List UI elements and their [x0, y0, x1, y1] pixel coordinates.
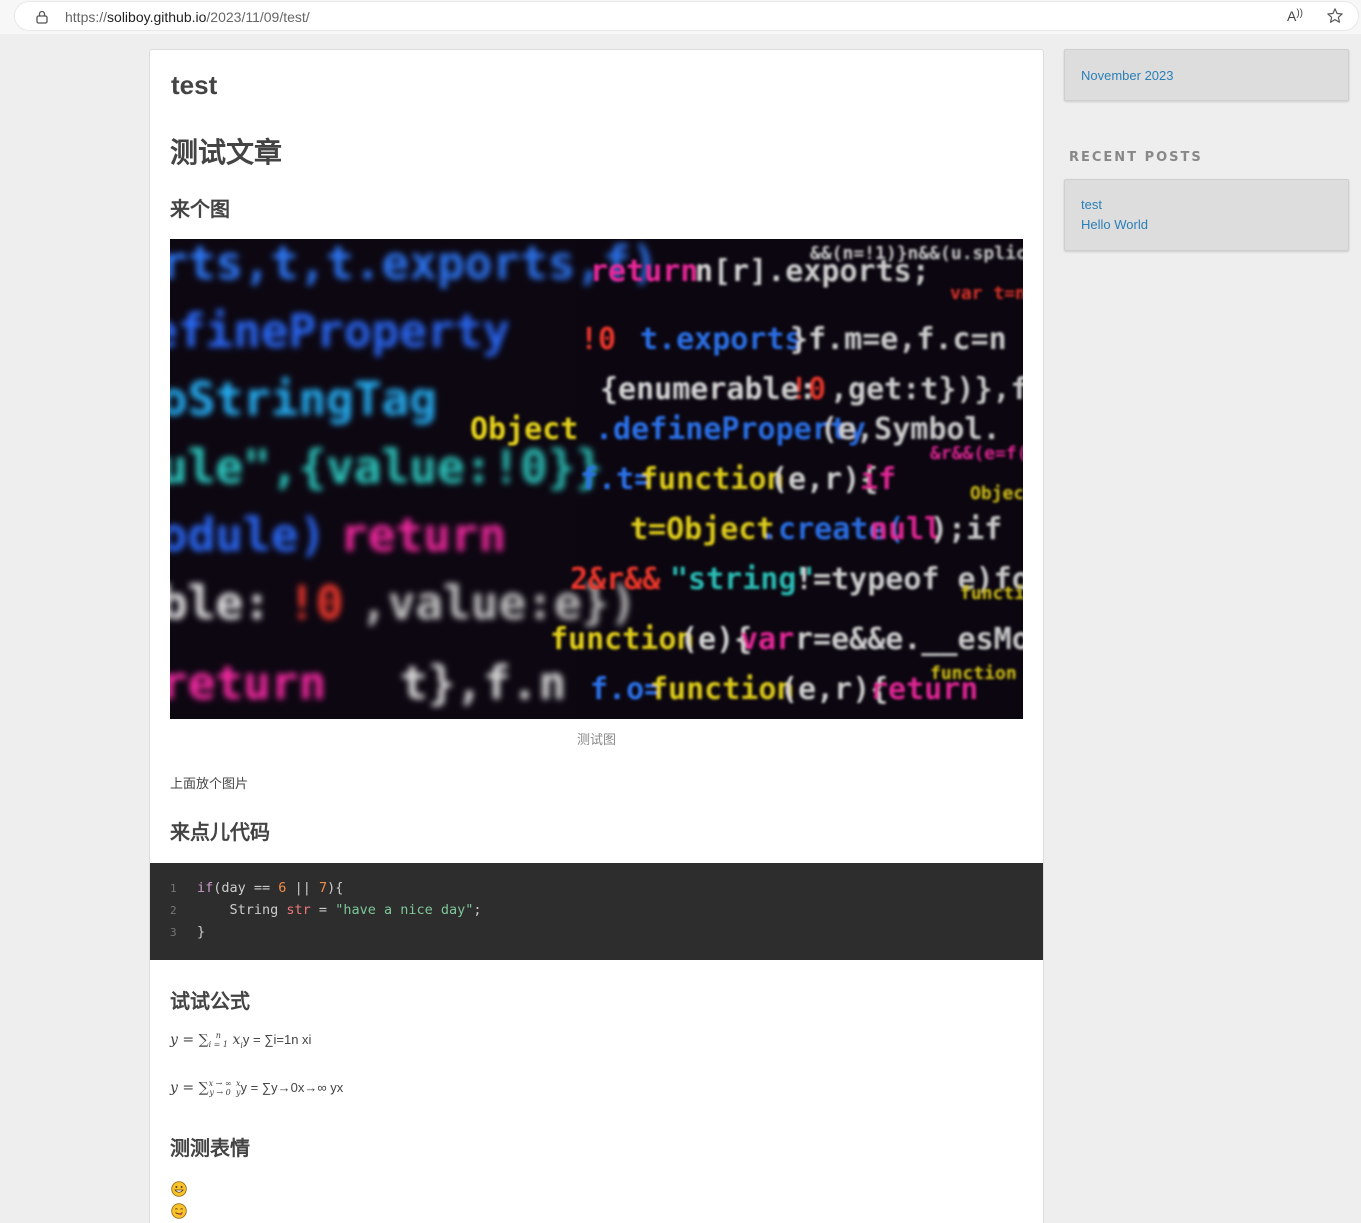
smiling-face-savoring-icon [171, 1203, 187, 1219]
archive-widget: November 2023 [1064, 49, 1349, 101]
heading-formula: 试试公式 [170, 989, 250, 1013]
url-bar[interactable]: https://soliboy.github.io/2023/11/09/tes… [14, 1, 1359, 31]
post-title: test [171, 70, 218, 100]
heading-main: 测试文章 [170, 136, 283, 169]
code-screen-image: rts,t,t.exports,f) efineProperty oString… [170, 239, 1023, 719]
formula-1: y = ∑ n i = 1 xiy = ∑i=1n xi [170, 1031, 312, 1050]
code-block: 1 if(day == 6 || 7){ 2 String str = "have… [150, 863, 1043, 960]
recent-post-link[interactable]: Hello World [1081, 215, 1332, 235]
code-line: 2 String str = "have a nice day"; [170, 902, 482, 918]
url-text[interactable]: https://soliboy.github.io/2023/11/09/tes… [65, 9, 310, 25]
recent-post-link[interactable]: test [1081, 195, 1332, 215]
browser-address-bar: https://soliboy.github.io/2023/11/09/tes… [0, 0, 1361, 34]
heading-emoji: 测测表情 [170, 1136, 250, 1160]
favorite-star-icon[interactable] [1326, 7, 1344, 25]
image-caption: 测试图 [576, 733, 616, 748]
read-aloud-icon[interactable]: A)) [1287, 8, 1303, 24]
paragraph: 上面放个图片 [170, 777, 249, 792]
grinning-face-icon [171, 1181, 187, 1197]
article-card: test 测试文章 来个图 rts,t,t.exports,f) efinePr… [149, 49, 1044, 1223]
recent-posts-title: RECENT POSTS [1069, 150, 1203, 165]
code-line: 3} [170, 924, 206, 940]
recent-posts-widget: test Hello World [1064, 179, 1349, 251]
heading-code: 来点儿代码 [170, 820, 270, 844]
lock-icon [36, 10, 48, 24]
archive-link-november-2023[interactable]: November 2023 [1081, 66, 1332, 86]
code-line: 1 if(day == 6 || 7){ [170, 880, 344, 896]
heading-image: 来个图 [170, 197, 230, 221]
formula-2: y = ∑x → ∞ y → 0 x yy = ∑y→0x→∞ yx [170, 1079, 344, 1097]
